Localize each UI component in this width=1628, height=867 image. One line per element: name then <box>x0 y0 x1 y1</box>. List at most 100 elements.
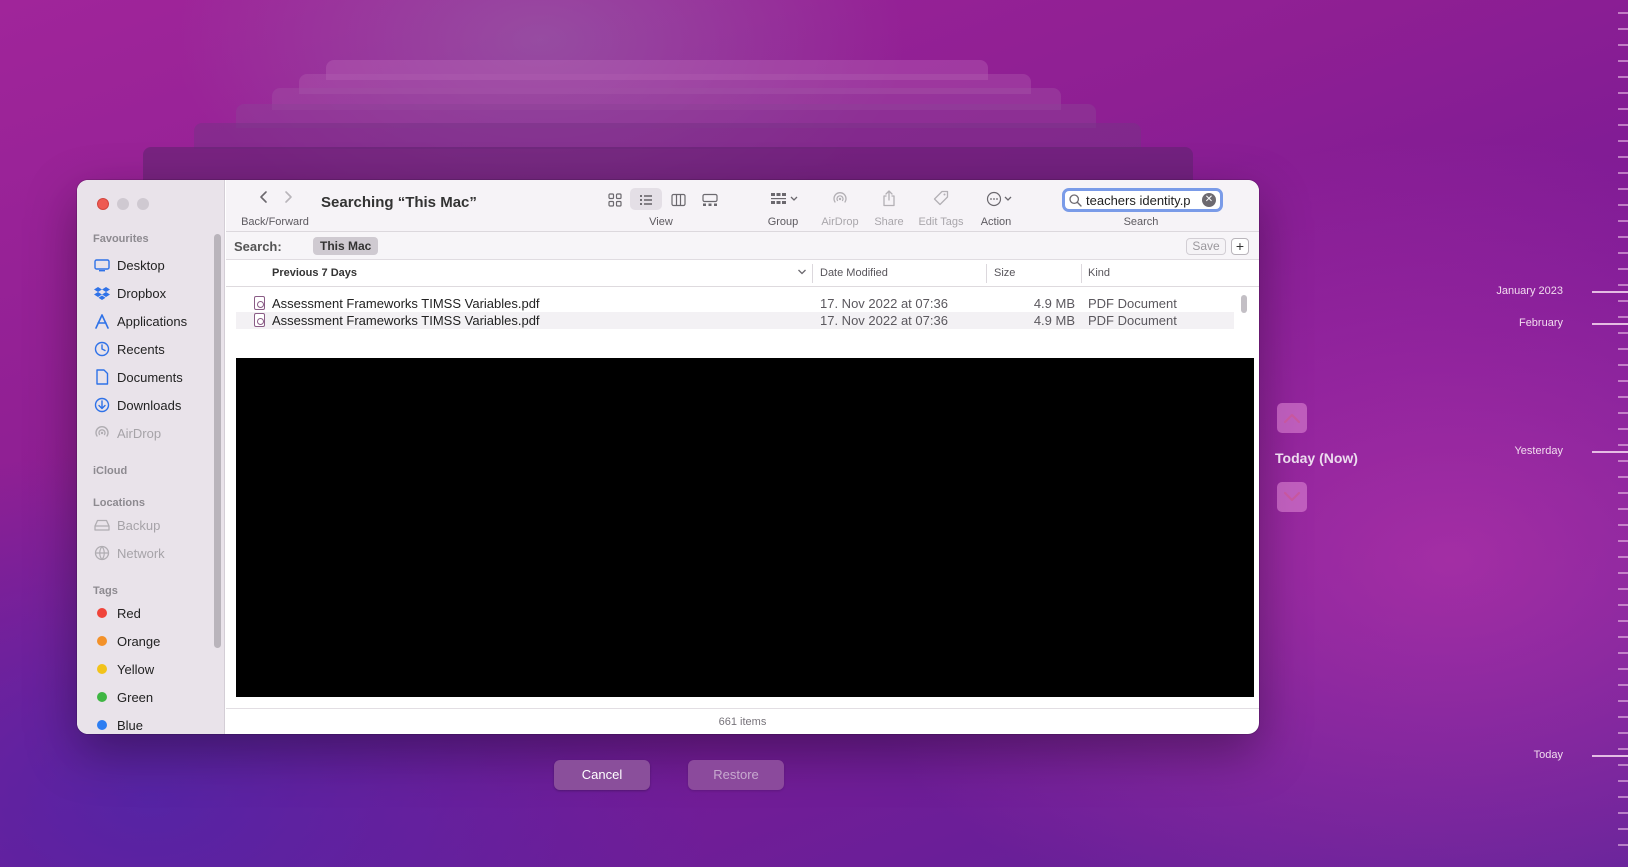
icon-view-icon[interactable] <box>608 193 622 210</box>
chevron-up-icon[interactable] <box>1277 403 1307 433</box>
timeline-tick <box>1618 316 1628 318</box>
share-button[interactable] <box>882 190 896 210</box>
file-list-scrollbar[interactable] <box>1241 295 1247 313</box>
timeline-tick <box>1618 364 1628 366</box>
finder-window: Favourites Desktop Dropbox Applications … <box>77 180 1259 734</box>
file-date: 17. Nov 2022 at 07:36 <box>820 313 948 328</box>
timeline-tick <box>1618 620 1628 622</box>
group-button[interactable] <box>770 192 800 209</box>
sidebar-item-label: Downloads <box>117 397 182 413</box>
tag-icon[interactable] <box>933 190 949 209</box>
sort-chevron-icon[interactable] <box>797 267 807 279</box>
timeline-tick <box>1618 28 1628 30</box>
timeline-tick <box>1618 124 1628 126</box>
backup-snapshot-window <box>194 123 1141 149</box>
timeline-tick <box>1618 204 1628 206</box>
timeline-tick <box>1618 540 1628 542</box>
file-kind: PDF Document <box>1088 313 1177 328</box>
sidebar-tag-red[interactable]: Red <box>93 602 213 624</box>
network-icon <box>93 545 111 561</box>
sidebar-tag-green[interactable]: Green <box>93 686 213 708</box>
timeline-tick <box>1618 236 1628 238</box>
pdf-file-icon <box>254 313 265 327</box>
column-separator[interactable] <box>986 264 987 283</box>
timeline-label-today[interactable]: Today <box>1534 749 1563 761</box>
action-button[interactable] <box>986 191 1016 210</box>
restore-button[interactable]: Restore <box>688 760 784 790</box>
column-header-name[interactable]: Previous 7 Days <box>272 267 357 279</box>
search-icon <box>1069 193 1082 207</box>
column-separator[interactable] <box>1081 264 1082 283</box>
gallery-view-icon[interactable] <box>702 193 718 210</box>
timeline-tick <box>1618 748 1628 750</box>
timeline-label-january[interactable]: January 2023 <box>1496 285 1563 297</box>
file-row[interactable]: Assessment Frameworks TIMSS Variables.pd… <box>236 312 1234 329</box>
sidebar-item-airdrop[interactable]: AirDrop <box>93 422 213 444</box>
column-header-size[interactable]: Size <box>994 267 1015 279</box>
timeline-tick <box>1618 524 1628 526</box>
timeline-label-february[interactable]: February <box>1519 317 1563 329</box>
minimize-window-button[interactable] <box>117 198 129 210</box>
chevron-down-icon[interactable] <box>1277 482 1307 512</box>
timeline-marker <box>1592 755 1628 757</box>
close-window-button[interactable] <box>97 198 109 210</box>
dropbox-icon <box>93 286 111 300</box>
sidebar-tag-yellow[interactable]: Yellow <box>93 658 213 680</box>
sidebar-item-label: Documents <box>117 369 183 385</box>
file-name: Assessment Frameworks TIMSS Variables.pd… <box>272 296 540 311</box>
group-label: Group <box>767 216 799 228</box>
sidebar-item-applications[interactable]: Applications <box>93 310 213 332</box>
sidebar-item-label: Dropbox <box>117 285 167 301</box>
sidebar-item-downloads[interactable]: Downloads <box>93 394 213 416</box>
column-separator[interactable] <box>812 264 813 283</box>
search-field[interactable]: teachers identity.p ✕ <box>1062 188 1223 212</box>
file-row[interactable]: Assessment Frameworks TIMSS Variables.pd… <box>236 295 1234 312</box>
action-label: Action <box>980 216 1012 228</box>
sidebar-item-documents[interactable]: Documents <box>93 366 213 388</box>
timeline-tick <box>1618 796 1628 798</box>
airdrop-button[interactable] <box>832 191 848 210</box>
sidebar-tag-blue[interactable]: Blue <box>93 714 213 734</box>
search-query[interactable]: teachers identity.p <box>1086 193 1198 208</box>
timeline-tick <box>1618 444 1628 446</box>
timeline-tick <box>1618 636 1628 638</box>
sidebar-heading-icloud: iCloud <box>93 465 128 477</box>
backup-snapshot-window <box>143 147 1193 181</box>
sidebar-scrollbar[interactable] <box>214 234 221 648</box>
sidebar-item-recents[interactable]: Recents <box>93 338 213 360</box>
timeline-tick <box>1618 156 1628 158</box>
list-view-icon[interactable] <box>639 193 653 210</box>
airdrop-icon <box>93 425 111 441</box>
cancel-button[interactable]: Cancel <box>554 760 650 790</box>
column-header-kind[interactable]: Kind <box>1088 267 1110 279</box>
sidebar-item-network[interactable]: Network <box>93 542 213 564</box>
tag-dot-icon <box>97 636 107 646</box>
timeline-tick <box>1618 220 1628 222</box>
sidebar-item-label: Yellow <box>117 661 155 677</box>
sidebar-tag-orange[interactable]: Orange <box>93 630 213 652</box>
zoom-window-button[interactable] <box>137 198 149 210</box>
timeline[interactable] <box>1588 0 1628 867</box>
clock-icon <box>93 341 111 357</box>
back-button[interactable] <box>259 190 269 207</box>
timeline-marker <box>1592 451 1628 453</box>
sidebar-item-desktop[interactable]: Desktop <box>93 254 213 276</box>
forward-button[interactable] <box>283 190 293 207</box>
add-criteria-button[interactable]: + <box>1231 238 1249 255</box>
timeline-tick <box>1618 44 1628 46</box>
scope-this-mac-button[interactable]: This Mac <box>313 237 379 255</box>
sidebar-item-label: Orange <box>117 633 161 649</box>
file-size: 4.9 MB <box>1033 296 1075 311</box>
toolbar: Back/Forward Searching “This Mac” View G… <box>226 180 1259 232</box>
clear-search-icon[interactable]: ✕ <box>1202 193 1216 207</box>
timeline-tick <box>1618 60 1628 62</box>
scope-label: Search: <box>234 239 282 254</box>
sidebar-heading-favourites: Favourites <box>93 233 149 245</box>
sidebar-item-dropbox[interactable]: Dropbox <box>93 282 213 304</box>
column-header-date[interactable]: Date Modified <box>820 267 888 279</box>
column-view-icon[interactable] <box>671 193 686 210</box>
timeline-label-yesterday[interactable]: Yesterday <box>1514 445 1563 457</box>
save-search-button[interactable]: Save <box>1186 238 1226 255</box>
sidebar-item-backup[interactable]: Backup <box>93 514 213 536</box>
timeline-marker <box>1592 323 1628 325</box>
